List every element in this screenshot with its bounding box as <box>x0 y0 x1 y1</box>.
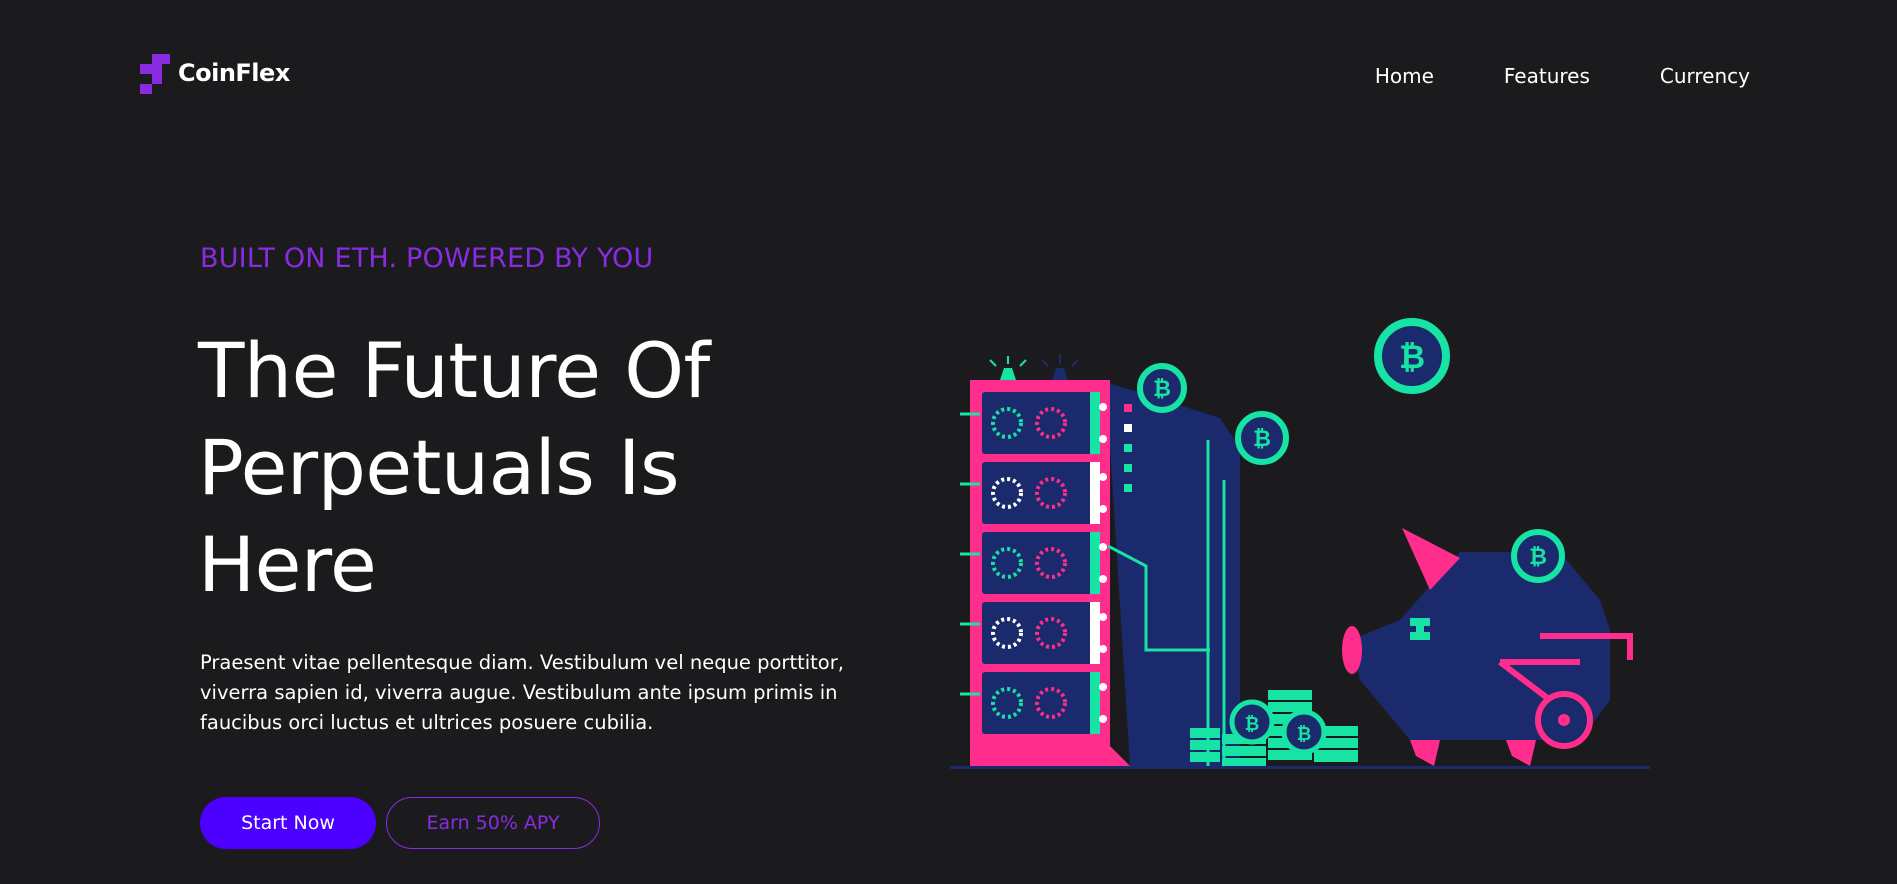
svg-text:₿: ₿ <box>1399 338 1425 376</box>
hero-description: Praesent vitae pellentesque diam. Vestib… <box>200 651 844 734</box>
pixel-blocks-logo-icon <box>138 52 178 106</box>
start-now-button[interactable]: Start Now <box>200 797 376 849</box>
bitcoin-coin-icon: ₿ <box>1235 411 1289 465</box>
piggy-bank-icon: ₿ <box>1342 528 1633 766</box>
nav-features[interactable]: Features <box>1504 64 1590 88</box>
main-nav: Home Features Currency <box>1375 64 1750 88</box>
hero-headline: The Future Of Perpetuals Is Here <box>198 326 710 609</box>
mining-rig-icon <box>960 354 1240 766</box>
hero-eyebrow: BUILT ON ETH. POWERED BY YOU <box>200 243 654 274</box>
svg-text:₿: ₿ <box>1245 714 1260 735</box>
bitcoin-coin-icon: ₿ <box>1137 363 1187 413</box>
nav-home[interactable]: Home <box>1375 64 1434 88</box>
svg-text:₿: ₿ <box>1529 545 1547 570</box>
nav-currency[interactable]: Currency <box>1660 64 1750 88</box>
earn-apy-button[interactable]: Earn 50% APY <box>386 797 600 849</box>
svg-text:₿: ₿ <box>1153 377 1171 402</box>
landing-page: CoinFlex Home Features Currency BUILT ON… <box>0 0 1897 884</box>
crypto-mining-illustration: ₿ ₿ ₿ ₿ ₿ ₿ <box>940 300 1660 780</box>
svg-text:₿: ₿ <box>1297 724 1312 745</box>
brand-name: CoinFlex <box>178 59 290 87</box>
bitcoin-coin-icon: ₿ <box>1374 318 1450 394</box>
brand-logo[interactable]: CoinFlex <box>138 52 290 106</box>
svg-text:₿: ₿ <box>1253 427 1271 452</box>
